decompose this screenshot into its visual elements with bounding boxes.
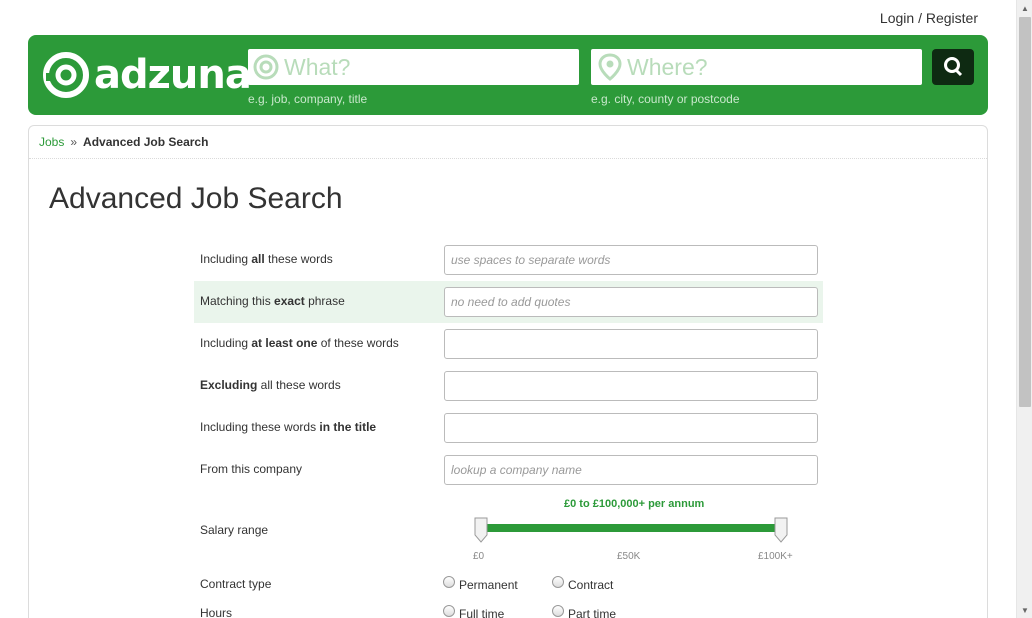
search-button[interactable] [932,49,974,85]
contract-permanent-option[interactable]: Permanent [443,576,518,592]
part-time-label: Part time [568,607,617,618]
register-link[interactable]: Register [926,10,978,26]
exact-phrase-label: Matching this exact phrase [200,294,345,308]
page: Login / Register adzuna e.g. job, compan… [0,0,1016,618]
where-input[interactable] [623,53,922,81]
page-title: Advanced Job Search [49,182,343,215]
form-row-exact-phrase: Matching this exact phrase [194,281,823,323]
full-time-radio[interactable] [443,605,455,617]
scrollbar-thumb[interactable] [1019,17,1031,407]
salary-tick-min: £0 [473,551,485,562]
vertical-scrollbar[interactable]: ▲ ▼ [1016,0,1032,618]
what-input[interactable] [280,53,579,81]
salary-tick-max: £100K+ [758,551,793,562]
all-words-input[interactable] [444,245,818,275]
salary-min-handle[interactable] [474,517,488,543]
breadcrumb: Jobs » Advanced Job Search [29,126,987,159]
what-search-box[interactable] [248,49,579,85]
excluding-words-input[interactable] [444,371,818,401]
contract-label: Contract [568,578,614,592]
form-row-excluding-words: Excluding all these words [194,365,823,407]
adzuna-logo-icon [43,52,89,98]
part-time-radio[interactable] [552,605,564,617]
company-label: From this company [200,462,303,476]
form-row-all-words: Including all these words [194,239,823,281]
breadcrumb-jobs-link[interactable]: Jobs [39,135,64,149]
permanent-label: Permanent [459,578,518,592]
target-icon [253,54,279,80]
advanced-search-panel: Jobs » Advanced Job Search Advanced Job Se… [28,125,988,618]
account-links-separator: / [918,10,922,26]
login-link[interactable]: Login [880,10,914,26]
salary-tick-mid: £50K [617,551,641,562]
salary-range-summary: £0 to £100,000+ per annum [564,498,705,510]
hours-full-time-option[interactable]: Full time [443,605,505,618]
title-words-input[interactable] [444,413,818,443]
adzuna-logo[interactable]: adzuna [42,49,252,101]
form-row-any-words: Including at least one of these words [194,323,823,365]
permanent-radio[interactable] [443,576,455,588]
contract-type-label: Contract type [200,577,272,591]
map-pin-icon [598,53,622,81]
excluding-words-label: Excluding all these words [200,378,341,392]
where-search-box[interactable] [591,49,922,85]
breadcrumb-current: Advanced Job Search [83,135,209,149]
search-icon [944,57,963,77]
scroll-up-arrow-icon[interactable]: ▲ [1017,0,1032,16]
any-words-label: Including at least one of these words [200,336,399,350]
contract-contract-option[interactable]: Contract [552,576,614,592]
any-words-input[interactable] [444,329,818,359]
scroll-down-arrow-icon[interactable]: ▼ [1017,602,1032,618]
form-row-title-words: Including these words in the title [194,407,823,449]
breadcrumb-separator: » [70,135,78,149]
all-words-label: Including all these words [200,252,333,266]
contract-radio[interactable] [552,576,564,588]
salary-max-handle[interactable] [774,517,788,543]
account-links: Login / Register [880,10,978,26]
hours-label: Hours [200,606,233,618]
form-row-company: From this company [194,449,823,491]
what-hint: e.g. job, company, title [248,92,368,106]
search-header: adzuna e.g. job, company, title e.g. cit… [28,35,988,115]
adzuna-logo-text: adzuna [94,52,252,98]
salary-slider-track[interactable] [481,524,781,532]
exact-phrase-input[interactable] [444,287,818,317]
full-time-label: Full time [459,607,505,618]
salary-range-label: Salary range [200,523,269,537]
company-input[interactable] [444,455,818,485]
where-hint: e.g. city, county or postcode [591,92,740,106]
hours-part-time-option[interactable]: Part time [552,605,617,618]
title-words-label: Including these words in the title [200,420,377,434]
